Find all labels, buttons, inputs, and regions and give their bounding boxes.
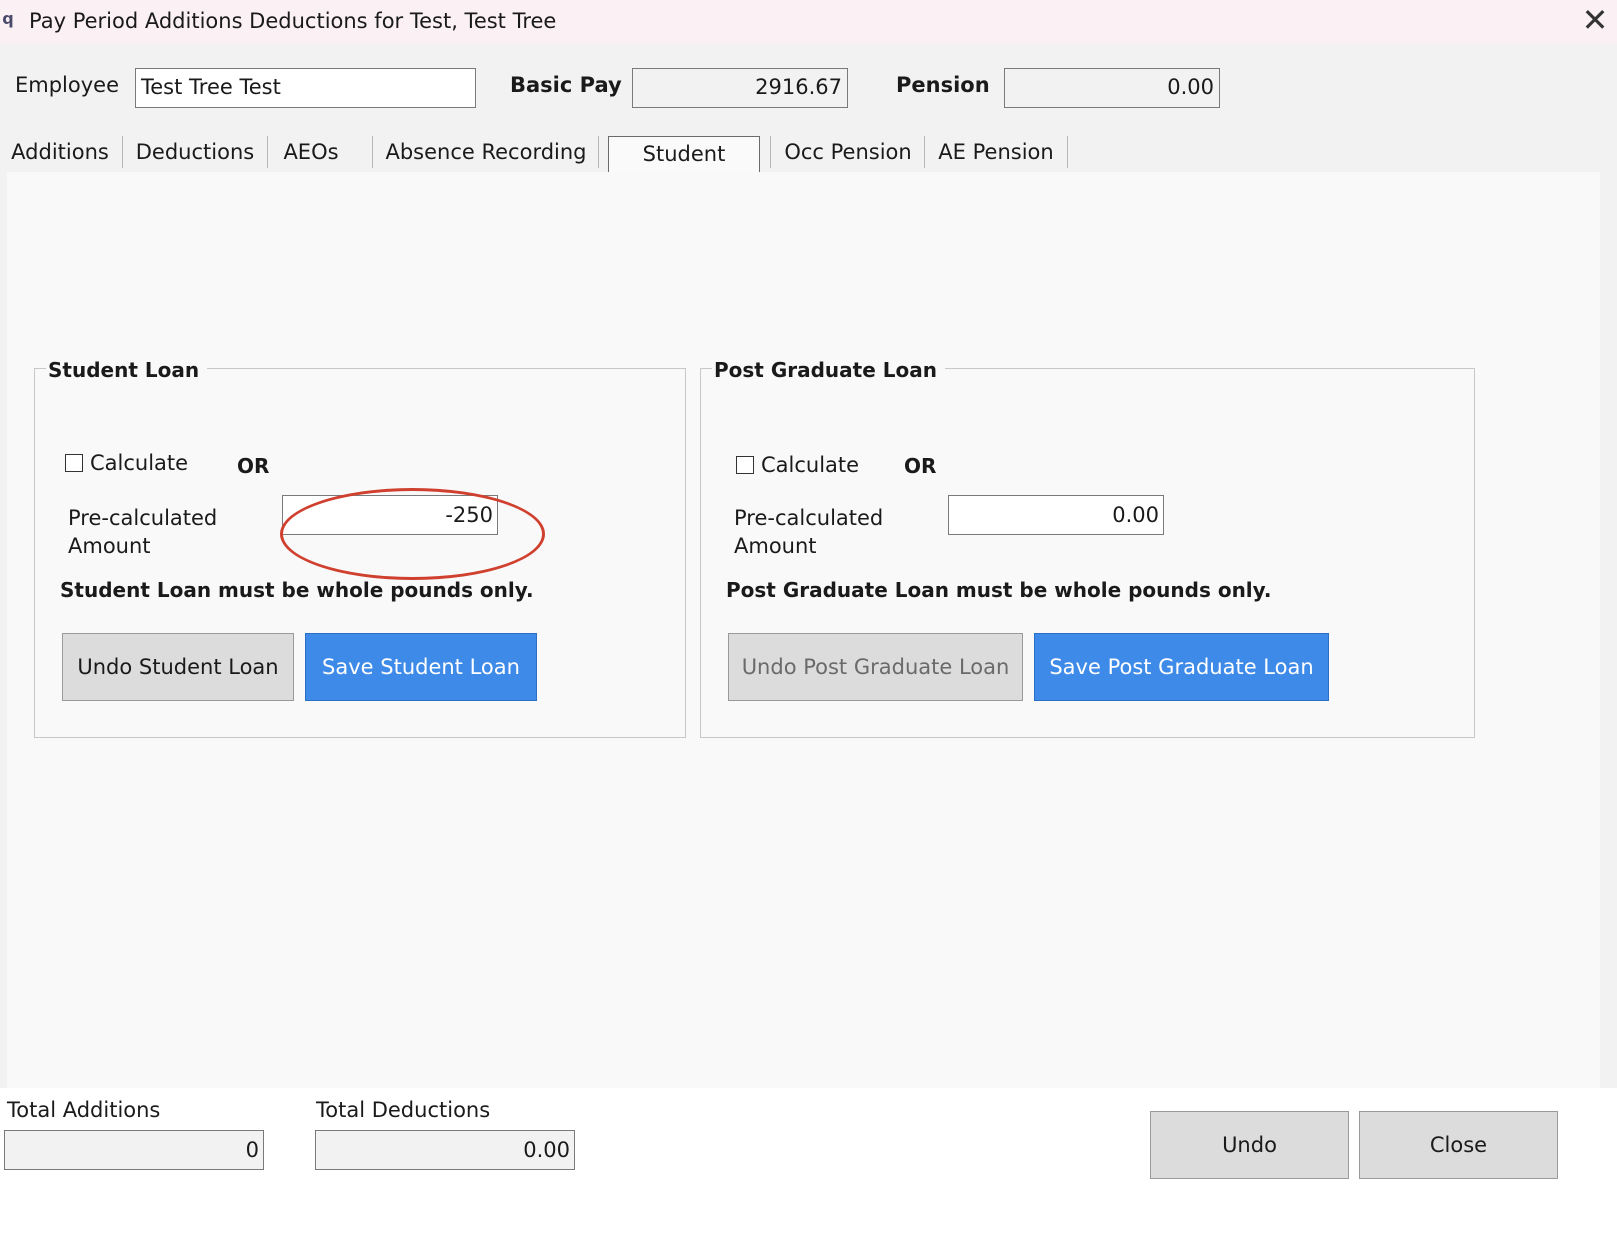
highlight-ellipse — [280, 488, 545, 580]
tab-additions[interactable]: Additions — [6, 134, 114, 170]
post-graduate-loan-calculate-checkbox[interactable] — [736, 456, 754, 474]
student-loan-note: Student Loan must be whole pounds only. — [60, 578, 534, 602]
post-graduate-loan-group-title: Post Graduate Loan — [712, 357, 945, 383]
student-loan-precalc-label-2: Amount — [68, 534, 151, 558]
tab-ae-pension[interactable]: AE Pension — [934, 134, 1058, 170]
total-deductions-label: Total Deductions — [316, 1098, 491, 1122]
basic-pay-label: Basic Pay — [510, 73, 622, 97]
post-graduate-loan-or-label: OR — [904, 454, 937, 478]
pension-field[interactable]: 0.00 — [1004, 68, 1220, 108]
post-graduate-loan-precalc-label-1: Pre-calculated — [734, 506, 884, 530]
tab-separator — [1067, 136, 1068, 168]
undo-button[interactable]: Undo — [1150, 1111, 1349, 1179]
basic-pay-field[interactable]: 2916.67 — [632, 68, 848, 108]
employee-label: Employee — [15, 73, 120, 97]
post-graduate-loan-note: Post Graduate Loan must be whole pounds … — [726, 578, 1272, 602]
total-deductions-field[interactable]: 0.00 — [315, 1130, 575, 1170]
tab-student-loans[interactable]: Student Loans — [608, 136, 760, 200]
pension-label: Pension — [896, 73, 990, 97]
post-graduate-loan-calculate-label: Calculate — [761, 453, 860, 477]
save-student-loan-button[interactable]: Save Student Loan — [305, 633, 537, 701]
window-title: Pay Period Additions Deductions for Test… — [29, 9, 557, 33]
post-graduate-loan-precalc-label-2: Amount — [734, 534, 817, 558]
undo-student-loan-button[interactable]: Undo Student Loan — [62, 633, 294, 701]
save-post-graduate-loan-button[interactable]: Save Post Graduate Loan — [1034, 633, 1329, 701]
tab-aeos[interactable]: AEOs — [276, 134, 346, 170]
student-loan-calculate-checkbox[interactable] — [65, 454, 83, 472]
employee-field[interactable]: Test Tree Test — [135, 68, 476, 108]
tab-separator — [122, 136, 123, 168]
panel-gutter-left — [0, 172, 7, 1088]
app-icon: q — [2, 9, 14, 28]
post-graduate-loan-precalc-input[interactable]: 0.00 — [948, 495, 1164, 535]
student-loan-calculate-label: Calculate — [90, 451, 189, 475]
tab-absence-recording[interactable]: Absence Recording — [384, 134, 588, 170]
tab-separator — [924, 136, 925, 168]
student-loan-precalc-label-1: Pre-calculated — [68, 506, 218, 530]
undo-post-graduate-loan-button[interactable]: Undo Post Graduate Loan — [728, 633, 1023, 701]
tab-occ-pension[interactable]: Occ Pension — [780, 134, 916, 170]
tab-separator — [372, 136, 373, 168]
tab-separator — [267, 136, 268, 168]
total-additions-label: Total Additions — [7, 1098, 161, 1122]
tab-deductions[interactable]: Deductions — [132, 134, 258, 170]
close-button[interactable]: Close — [1359, 1111, 1558, 1179]
tab-separator — [598, 136, 599, 168]
tab-separator — [770, 136, 771, 168]
panel-gutter-right — [1600, 172, 1617, 1088]
total-additions-field[interactable]: 0 — [4, 1130, 264, 1170]
student-loan-or-label: OR — [237, 454, 270, 478]
student-loan-group-title: Student Loan — [46, 357, 208, 383]
close-window-icon[interactable]: ✕ — [1578, 2, 1612, 38]
